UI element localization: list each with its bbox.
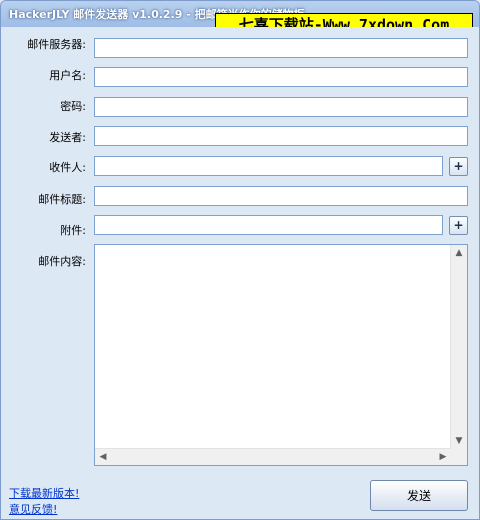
username-input[interactable] xyxy=(94,67,468,87)
scrollbar-corner xyxy=(451,449,467,465)
app-window: HackerJLY 邮件发送器 v1.0.2.9 - 把邮箱当作你的储物柜 七喜… xyxy=(0,0,480,520)
feedback-link[interactable]: 意见反馈! xyxy=(9,501,57,517)
password-label: 密码: xyxy=(60,100,86,113)
smtp-server-label: 邮件服务器: xyxy=(27,38,86,51)
download-latest-link[interactable]: 下载最新版本! xyxy=(9,485,79,501)
password-input[interactable] xyxy=(94,97,468,117)
mail-form: 邮件服务器: 用户名: 密码: 发送者: 收件人: + 邮件标题: 附件: + … xyxy=(1,27,479,519)
add-recipient-button[interactable]: + xyxy=(449,157,468,176)
scroll-right-icon[interactable]: ▶ xyxy=(435,449,451,465)
horizontal-scrollbar[interactable]: ◀ ▶ xyxy=(95,448,451,465)
attachment-input[interactable] xyxy=(94,215,443,235)
vertical-scrollbar[interactable]: ▲ ▼ xyxy=(450,245,467,449)
subject-input[interactable] xyxy=(94,186,468,206)
attachment-label: 附件: xyxy=(60,224,86,237)
scroll-up-icon[interactable]: ▲ xyxy=(451,245,467,261)
scroll-down-icon[interactable]: ▼ xyxy=(451,433,467,449)
username-label: 用户名: xyxy=(49,69,86,82)
subject-label: 邮件标题: xyxy=(38,193,86,206)
recipient-input[interactable] xyxy=(94,156,443,176)
body-textarea[interactable]: ▲ ▼ ◀ ▶ xyxy=(94,244,468,466)
send-button[interactable]: 发送 xyxy=(370,480,468,511)
smtp-server-input[interactable] xyxy=(94,38,468,58)
add-attachment-button[interactable]: + xyxy=(449,216,468,235)
scroll-left-icon[interactable]: ◀ xyxy=(95,449,111,465)
sender-label: 发送者: xyxy=(49,131,86,144)
sender-input[interactable] xyxy=(94,126,468,146)
body-label: 邮件内容: xyxy=(38,255,86,268)
recipient-label: 收件人: xyxy=(49,161,86,174)
